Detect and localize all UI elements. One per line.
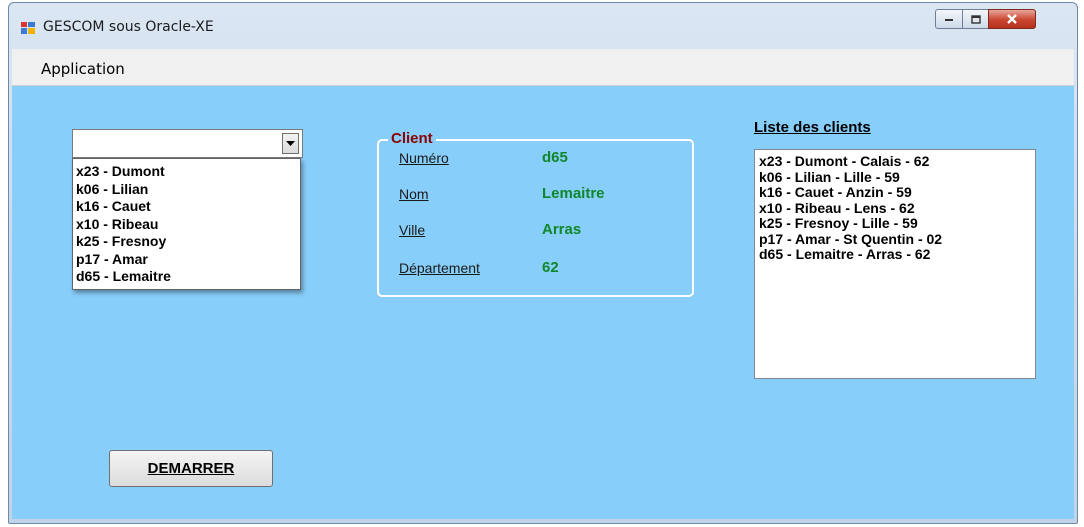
- window-title: GESCOM sous Oracle-XE: [43, 19, 214, 35]
- dropdown-item[interactable]: k25 - Fresnoy: [73, 233, 300, 251]
- list-item[interactable]: k16 - Cauet - Anzin - 59: [759, 184, 1035, 201]
- nom-value: Lemaitre: [542, 185, 605, 202]
- app-icon: [21, 22, 35, 34]
- ville-label: Ville: [399, 222, 426, 238]
- close-button[interactable]: [988, 9, 1036, 29]
- start-button[interactable]: DEMARRER: [109, 450, 273, 487]
- menu-application[interactable]: Application: [41, 60, 125, 78]
- clients-listbox[interactable]: x23 - Dumont - Calais - 62 k06 - Lilian …: [754, 149, 1036, 379]
- maximize-icon: [970, 14, 981, 24]
- departement-value: 62: [542, 259, 559, 276]
- app-window: GESCOM sous Oracle-XE Application x23 - …: [8, 2, 1078, 524]
- minimize-icon: [945, 19, 953, 21]
- client-area: x23 - Dumont k06 - Lilian k16 - Cauet x1…: [12, 86, 1074, 519]
- clients-list-caption: Liste des clients: [754, 119, 871, 136]
- list-item[interactable]: p17 - Amar - St Quentin - 02: [759, 231, 1035, 248]
- numero-label: Numéro: [399, 150, 449, 166]
- departement-label: Département: [399, 260, 480, 276]
- list-item[interactable]: x23 - Dumont - Calais - 62: [759, 153, 1035, 170]
- dropdown-item[interactable]: x23 - Dumont: [73, 163, 300, 181]
- nom-label: Nom: [399, 186, 429, 202]
- title-bar[interactable]: GESCOM sous Oracle-XE: [9, 3, 1077, 43]
- dropdown-item[interactable]: d65 - Lemaitre: [73, 268, 300, 286]
- close-icon: [1007, 14, 1017, 24]
- dropdown-item[interactable]: k06 - Lilian: [73, 181, 300, 199]
- numero-value: d65: [542, 149, 568, 166]
- dropdown-item[interactable]: k16 - Cauet: [73, 198, 300, 216]
- list-item[interactable]: x10 - Ribeau - Lens - 62: [759, 200, 1035, 217]
- dropdown-item[interactable]: p17 - Amar: [73, 251, 300, 269]
- menu-bar: Application: [12, 49, 1074, 86]
- maximize-button[interactable]: [962, 9, 989, 29]
- combo-dropdown-button[interactable]: [282, 133, 299, 154]
- list-item[interactable]: d65 - Lemaitre - Arras - 62: [759, 246, 1035, 263]
- client-combo[interactable]: [72, 129, 303, 158]
- ville-value: Arras: [542, 221, 582, 238]
- list-item[interactable]: k25 - Fresnoy - Lille - 59: [759, 215, 1035, 232]
- minimize-button[interactable]: [935, 9, 963, 29]
- dropdown-item[interactable]: x10 - Ribeau: [73, 216, 300, 234]
- chevron-down-icon: [286, 140, 295, 146]
- client-group-legend: Client: [388, 130, 436, 147]
- combo-dropdown-list: x23 - Dumont k06 - Lilian k16 - Cauet x1…: [72, 158, 301, 290]
- list-item[interactable]: k06 - Lilian - Lille - 59: [759, 169, 1035, 186]
